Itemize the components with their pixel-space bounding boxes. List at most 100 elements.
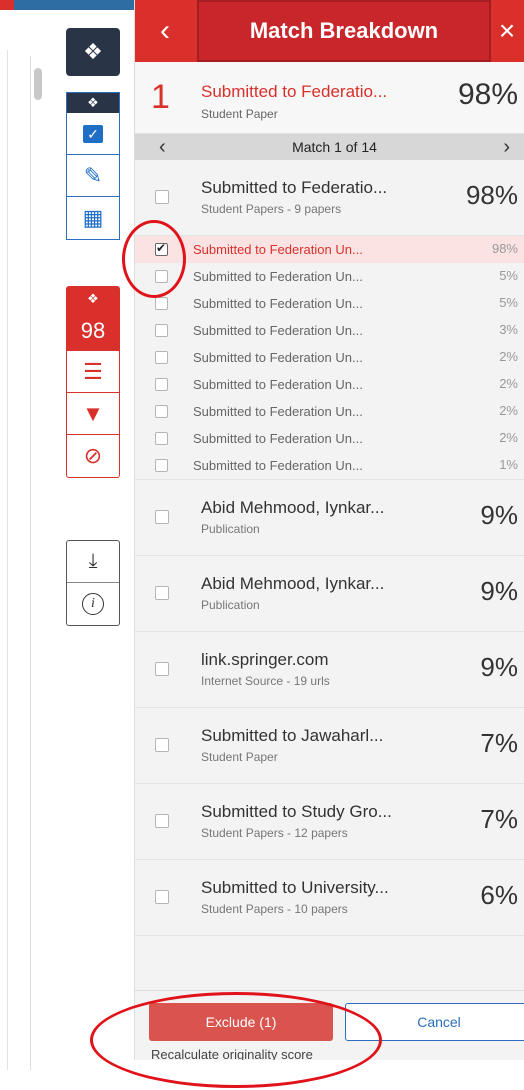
sub-item-checkbox[interactable] bbox=[155, 241, 168, 256]
chevron-left-icon: ‹ bbox=[160, 14, 170, 47]
close-button[interactable]: × bbox=[490, 0, 524, 62]
group-checkbox[interactable] bbox=[155, 190, 169, 204]
sub-item-name: Submitted to Federation Un... bbox=[193, 431, 363, 446]
source-percent: 9% bbox=[480, 500, 518, 530]
close-icon: × bbox=[498, 15, 516, 46]
sub-item[interactable]: Submitted to Federation Un... 5% bbox=[135, 263, 524, 290]
sub-item[interactable]: Submitted to Federation Un... 5% bbox=[135, 290, 524, 317]
recalculate-link[interactable]: Recalculate originality score bbox=[151, 1047, 313, 1060]
sub-item-checkbox[interactable] bbox=[155, 270, 168, 283]
back-button[interactable]: ‹ bbox=[135, 0, 195, 62]
sub-item-percent: 2% bbox=[499, 349, 518, 364]
download-button[interactable]: ⤓ bbox=[67, 541, 119, 583]
source-item[interactable]: Abid Mehmood, Iynkar... Publication 9% bbox=[135, 480, 524, 556]
source-type: Student Paper bbox=[201, 750, 278, 764]
prev-match-button[interactable]: ‹ bbox=[159, 136, 166, 159]
sub-item-list: Submitted to Federation Un... 98% Submit… bbox=[135, 236, 524, 480]
sub-item-checkbox[interactable] bbox=[155, 405, 168, 418]
exclude-icon: ⊘ bbox=[83, 443, 103, 468]
sub-item-name: Submitted to Federation Un... bbox=[193, 350, 363, 365]
cancel-button[interactable]: Cancel bbox=[345, 1003, 524, 1041]
source-name: Submitted to University... bbox=[201, 878, 389, 897]
next-match-button[interactable]: › bbox=[503, 136, 510, 159]
document-scrollbar[interactable] bbox=[30, 56, 46, 1070]
sub-item-name: Submitted to Federation Un... bbox=[193, 377, 363, 392]
document-edge bbox=[0, 50, 8, 1070]
source-checkbox[interactable] bbox=[155, 738, 169, 752]
match-source-name: Submitted to Federatio... bbox=[201, 82, 388, 101]
group-percent: 98% bbox=[465, 180, 518, 210]
sub-item-percent: 1% bbox=[499, 457, 518, 472]
sub-item[interactable]: Submitted to Federation Un... 3% bbox=[135, 317, 524, 344]
panel-header: ‹ Match Breakdown × bbox=[135, 0, 524, 62]
scrollbar-thumb[interactable] bbox=[34, 68, 42, 100]
source-name: Submitted to Jawaharl... bbox=[201, 726, 384, 745]
sub-item-name: Submitted to Federation Un... bbox=[193, 404, 363, 419]
edit-icon: ✎ bbox=[83, 162, 103, 188]
pager-label: Match 1 of 14 bbox=[292, 139, 377, 155]
group-item[interactable]: Submitted to Federatio... Student Papers… bbox=[135, 160, 524, 236]
source-type: Publication bbox=[201, 598, 260, 612]
source-percent: 9% bbox=[480, 576, 518, 606]
similarity-score[interactable]: 98 bbox=[67, 311, 119, 351]
exclude-sources-button[interactable]: ⊘ bbox=[67, 435, 119, 477]
download-icon: ⤓ bbox=[88, 550, 98, 572]
current-match-summary: 1 Submitted to Federatio... Student Pape… bbox=[135, 62, 524, 134]
top-accent-red bbox=[0, 0, 14, 10]
source-item[interactable]: Submitted to Study Gro... Student Papers… bbox=[135, 784, 524, 860]
group-name: Submitted to Federatio... bbox=[201, 178, 388, 197]
sub-item[interactable]: Submitted to Federation Un... 1% bbox=[135, 452, 524, 479]
sort-button[interactable]: ☰ bbox=[67, 351, 119, 393]
sub-item-percent: 2% bbox=[499, 376, 518, 391]
filter-icon: ▼ bbox=[82, 400, 104, 426]
source-percent: 6% bbox=[480, 880, 518, 910]
sub-item-checkbox[interactable] bbox=[155, 351, 168, 364]
feedback-button[interactable]: ✎ bbox=[67, 155, 119, 197]
layers-icon: ❖ bbox=[83, 39, 103, 64]
sub-item-checkbox[interactable] bbox=[155, 378, 168, 391]
grading-button[interactable]: ▦ bbox=[67, 197, 119, 239]
sub-item-name: Submitted to Federation Un... bbox=[193, 296, 363, 311]
source-item[interactable]: link.springer.com Internet Source - 19 u… bbox=[135, 632, 524, 708]
sub-item-checkbox[interactable] bbox=[155, 297, 168, 310]
filter-button[interactable]: ▼ bbox=[67, 393, 119, 435]
sub-item-percent: 5% bbox=[499, 295, 518, 310]
sub-item[interactable]: Submitted to Federation Un... 2% bbox=[135, 398, 524, 425]
source-percent: 7% bbox=[480, 804, 518, 834]
sub-item-checkbox[interactable] bbox=[155, 324, 168, 337]
source-percent: 9% bbox=[480, 652, 518, 682]
source-checkbox[interactable] bbox=[155, 510, 169, 524]
sub-item[interactable]: Submitted to Federation Un... 2% bbox=[135, 371, 524, 398]
source-checkbox[interactable] bbox=[155, 586, 169, 600]
source-item[interactable]: Abid Mehmood, Iynkar... Publication 9% bbox=[135, 556, 524, 632]
sub-item-name: Submitted to Federation Un... bbox=[193, 323, 363, 338]
sub-item-checkbox[interactable] bbox=[155, 432, 168, 445]
source-name: Abid Mehmood, Iynkar... bbox=[201, 574, 385, 593]
match-rank: 1 bbox=[151, 78, 170, 116]
sub-item[interactable]: Submitted to Federation Un... 2% bbox=[135, 344, 524, 371]
source-checkbox[interactable] bbox=[155, 814, 169, 828]
sub-item-percent: 3% bbox=[499, 322, 518, 337]
sub-item-name: Submitted to Federation Un... bbox=[193, 458, 363, 473]
similarity-toolbar: ❖ 98 ☰ ▼ ⊘ bbox=[66, 286, 120, 478]
source-name: Submitted to Study Gro... bbox=[201, 802, 392, 821]
info-button[interactable]: i bbox=[67, 583, 119, 625]
sub-item-percent: 2% bbox=[499, 403, 518, 418]
exclude-button[interactable]: Exclude (1) bbox=[149, 1003, 333, 1041]
source-item[interactable]: Submitted to Jawaharl... Student Paper 7… bbox=[135, 708, 524, 784]
source-type: Publication bbox=[201, 522, 260, 536]
layers-button[interactable]: ❖ bbox=[66, 28, 120, 76]
match-source-type: Student Paper bbox=[201, 107, 278, 121]
source-item[interactable]: Submitted to University... Student Paper… bbox=[135, 860, 524, 936]
match-overview-button[interactable]: ✓ bbox=[67, 113, 119, 155]
match-pager: ‹ Match 1 of 14 › bbox=[135, 134, 524, 160]
sub-item-name: Submitted to Federation Un... bbox=[193, 269, 363, 284]
layers-icon: ❖ bbox=[67, 93, 119, 113]
source-checkbox[interactable] bbox=[155, 890, 169, 904]
match-percent: 98% bbox=[457, 78, 518, 111]
sub-item[interactable]: Submitted to Federation Un... 2% bbox=[135, 425, 524, 452]
source-checkbox[interactable] bbox=[155, 662, 169, 676]
sub-item[interactable]: Submitted to Federation Un... 98% bbox=[135, 236, 524, 263]
sub-item-checkbox[interactable] bbox=[155, 459, 168, 472]
panel-footer: Exclude (1) Cancel Recalculate originali… bbox=[135, 990, 524, 1060]
